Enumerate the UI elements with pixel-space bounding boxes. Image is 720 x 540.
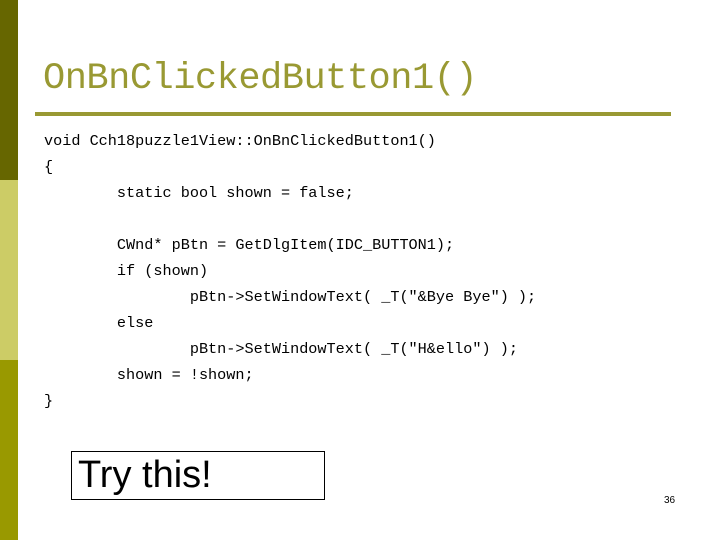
code-block: void Cch18puzzle1View::OnBnClickedButton… <box>44 128 536 414</box>
code-line: pBtn->SetWindowText( _T("H&ello") ); <box>44 340 518 358</box>
code-line: pBtn->SetWindowText( _T("&Bye Bye") ); <box>44 288 537 306</box>
page-number: 36 <box>664 495 676 506</box>
code-line: else <box>44 314 154 332</box>
code-line: { <box>44 158 54 176</box>
callout-text: Try this! <box>78 454 212 496</box>
try-this-callout: Try this! <box>71 451 325 500</box>
code-line: } <box>44 392 54 410</box>
slide-title: OnBnClickedButton1() <box>43 58 478 100</box>
code-line: void Cch18puzzle1View::OnBnClickedButton… <box>44 132 436 150</box>
code-line: shown = !shown; <box>44 366 254 384</box>
code-line: CWnd* pBtn = GetDlgItem(IDC_BUTTON1); <box>44 236 455 254</box>
sidebar-band-bottom <box>0 360 18 540</box>
sidebar-band-top <box>0 0 18 180</box>
code-line: if (shown) <box>44 262 209 280</box>
code-line: static bool shown = false; <box>44 184 354 202</box>
sidebar-band-middle <box>0 180 18 360</box>
title-underline <box>35 112 671 116</box>
